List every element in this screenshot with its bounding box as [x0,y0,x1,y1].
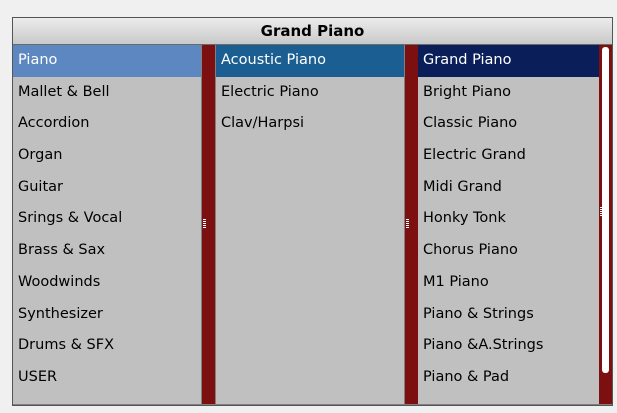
category-item[interactable]: USER [13,362,201,394]
subcategory-item[interactable]: Clav/Harpsi [216,108,404,140]
sound-item[interactable]: Classic Piano [418,108,599,140]
category-item[interactable]: Piano [13,45,201,77]
category-item[interactable]: Woodwinds [13,267,201,299]
subcategory-item[interactable]: Electric Piano [216,77,404,109]
sound-item[interactable]: Piano & Strings [418,299,599,331]
sound-item[interactable]: Piano &A.Strings [418,330,599,362]
category-scrollbar[interactable] [202,45,215,404]
sound-item[interactable]: Midi Grand [418,172,599,204]
subcategory-list[interactable]: Acoustic Piano Electric Piano Clav/Harps… [216,45,404,404]
sound-item[interactable]: M1 Piano [418,267,599,299]
category-item[interactable]: Drums & SFX [13,330,201,362]
category-item[interactable]: Accordion [13,108,201,140]
scroll-grip-icon [600,207,603,217]
panel-title: Grand Piano [13,18,612,45]
sound-item[interactable]: Electric Grand [418,140,599,172]
scroll-grip-icon [203,219,206,229]
sound-list[interactable]: Grand Piano Bright Piano Classic Piano E… [418,45,599,404]
category-item[interactable]: Brass & Sax [13,235,201,267]
sound-item[interactable]: Grand Piano [418,45,599,77]
sound-scrollbar[interactable] [599,45,612,404]
sound-item[interactable]: Honky Tonk [418,203,599,235]
category-list[interactable]: Piano Mallet & Bell Accordion Organ Guit… [13,45,201,404]
category-item[interactable]: Organ [13,140,201,172]
subcategory-scrollbar[interactable] [405,45,418,404]
scroll-grip-icon [406,219,409,229]
sound-browser-panel: Grand Piano Piano Mallet & Bell Accordio… [12,17,613,406]
category-item[interactable]: Guitar [13,172,201,204]
category-item[interactable]: Synthesizer [13,299,201,331]
category-item[interactable]: Srings & Vocal [13,203,201,235]
sound-item[interactable]: Bright Piano [418,77,599,109]
sound-item[interactable]: Piano & Pad [418,362,599,394]
category-item[interactable]: Mallet & Bell [13,77,201,109]
scroll-thumb[interactable] [602,47,609,373]
sound-item[interactable]: Chorus Piano [418,235,599,267]
subcategory-item[interactable]: Acoustic Piano [216,45,404,77]
